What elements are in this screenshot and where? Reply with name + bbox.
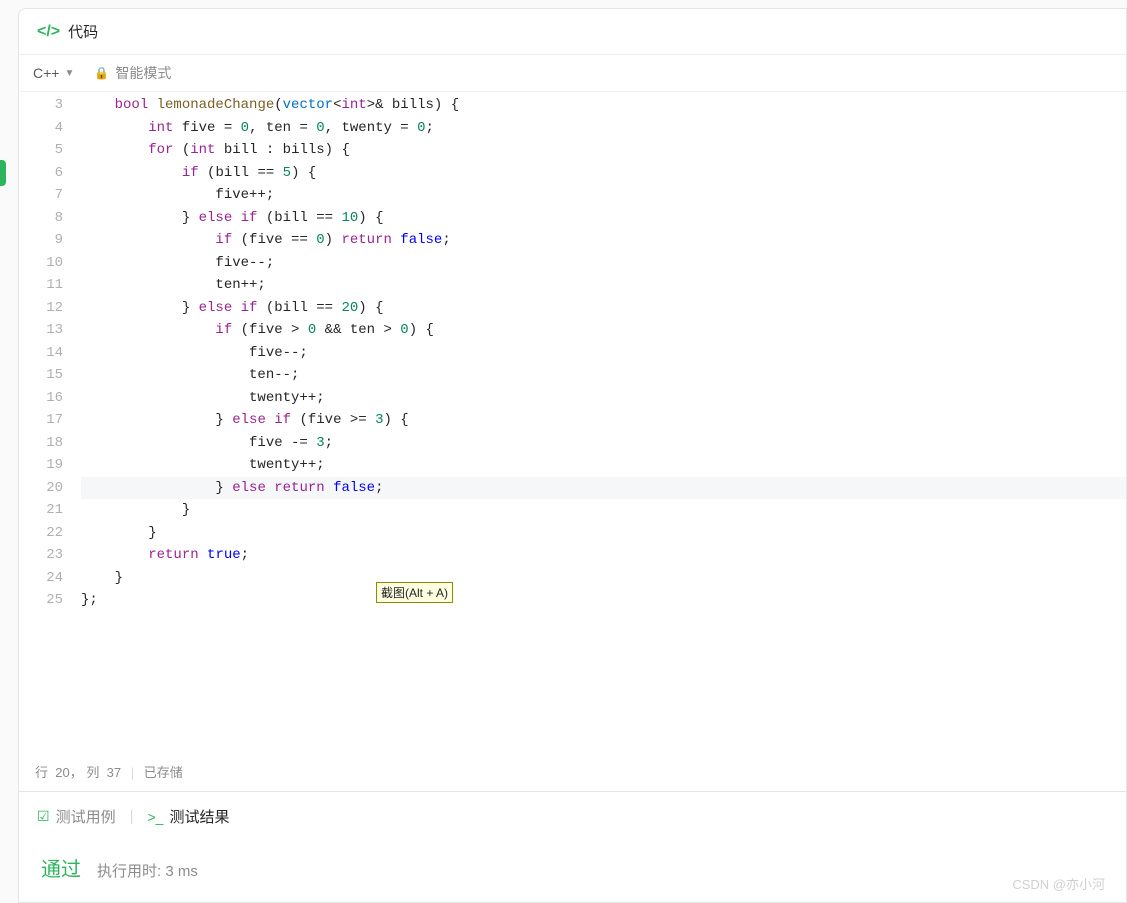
line-number: 13 (19, 319, 63, 342)
code-line[interactable]: five--; (81, 252, 1126, 275)
code-line[interactable]: } else if (five >= 3) { (81, 409, 1126, 432)
status-bar: 行 20， 列 37 | 已存储 (19, 752, 1126, 791)
code-line[interactable]: ten--; (81, 364, 1126, 387)
main-panel: </> 代码 C++ ▼ 🔒 智能模式 34567891011121314151… (18, 8, 1127, 903)
code-line[interactable]: ten++; (81, 274, 1126, 297)
code-line[interactable]: if (five > 0 && ten > 0) { (81, 319, 1126, 342)
code-line[interactable]: } else if (bill == 10) { (81, 207, 1126, 230)
code-line[interactable]: five -= 3; (81, 432, 1126, 455)
line-number: 16 (19, 387, 63, 410)
results-body: 通过 执行用时: 3 ms (19, 841, 1126, 902)
code-line[interactable]: if (bill == 5) { (81, 162, 1126, 185)
panel-title: 代码 (68, 21, 98, 42)
line-number: 19 (19, 454, 63, 477)
status-line: 20 (55, 765, 69, 780)
tab-testcases-label: 测试用例 (56, 806, 116, 827)
watermark: CSDN @亦小河 (1012, 874, 1105, 893)
line-number: 10 (19, 252, 63, 275)
tab-testcases[interactable]: ☑ 测试用例 (37, 806, 116, 827)
tab-results-label: 测试结果 (169, 806, 229, 827)
mode-label: 智能模式 (115, 63, 171, 83)
line-number: 12 (19, 297, 63, 320)
status-col: 37 (107, 765, 121, 780)
code-line[interactable]: } else if (bill == 20) { (81, 297, 1126, 320)
line-number: 22 (19, 522, 63, 545)
code-line[interactable]: int five = 0, ten = 0, twenty = 0; (81, 117, 1126, 140)
line-number: 23 (19, 544, 63, 567)
chevron-down-icon: ▼ (64, 68, 74, 79)
line-number: 17 (19, 409, 63, 432)
code-line[interactable]: return true; (81, 544, 1126, 567)
line-number: 5 (19, 139, 63, 162)
code-editor[interactable]: 345678910111213141516171819202122232425 … (19, 92, 1126, 752)
code-line[interactable]: bool lemonadeChange(vector<int>& bills) … (81, 94, 1126, 117)
lock-icon: 🔒 (94, 66, 109, 80)
tab-separator: | (130, 808, 134, 825)
tab-results[interactable]: >_ 测试结果 (147, 806, 229, 827)
line-gutter: 345678910111213141516171819202122232425 (19, 92, 81, 752)
code-line[interactable]: five++; (81, 184, 1126, 207)
language-label: C++ (33, 65, 59, 81)
terminal-icon: >_ (147, 809, 163, 825)
results-tabs: ☑ 测试用例 | >_ 测试结果 (19, 792, 1126, 841)
mode-indicator: 🔒 智能模式 (94, 63, 171, 83)
line-number: 7 (19, 184, 63, 207)
editor-toolbar: C++ ▼ 🔒 智能模式 (19, 55, 1126, 92)
code-line[interactable]: } (81, 567, 1126, 590)
line-number: 20 (19, 477, 63, 500)
panel-header: </> 代码 (19, 9, 1126, 55)
code-line[interactable]: } (81, 499, 1126, 522)
line-number: 18 (19, 432, 63, 455)
status-col-label: 列 (86, 765, 99, 780)
line-number: 3 (19, 94, 63, 117)
code-line[interactable]: five--; (81, 342, 1126, 365)
line-number: 14 (19, 342, 63, 365)
line-number: 4 (19, 117, 63, 140)
language-selector[interactable]: C++ ▼ (33, 65, 74, 81)
line-number: 6 (19, 162, 63, 185)
screenshot-tooltip: 截图(Alt + A) (376, 582, 453, 603)
left-accent (0, 160, 6, 186)
results-panel: ☑ 测试用例 | >_ 测试结果 通过 执行用时: 3 ms (19, 791, 1126, 902)
code-line[interactable]: if (five == 0) return false; (81, 229, 1126, 252)
line-number: 21 (19, 499, 63, 522)
line-number: 9 (19, 229, 63, 252)
check-icon: ☑ (37, 808, 50, 825)
status-line-label: 行 (35, 765, 48, 780)
line-number: 8 (19, 207, 63, 230)
pass-label: 通过 (41, 853, 81, 882)
code-line[interactable]: } (81, 522, 1126, 545)
status-saved: 已存储 (144, 765, 183, 780)
code-area[interactable]: bool lemonadeChange(vector<int>& bills) … (81, 92, 1126, 752)
line-number: 24 (19, 567, 63, 590)
code-line[interactable]: for (int bill : bills) { (81, 139, 1126, 162)
line-number: 11 (19, 274, 63, 297)
code-line[interactable]: } else return false; (81, 477, 1126, 500)
code-icon: </> (37, 23, 60, 41)
code-line[interactable]: }; (81, 589, 1126, 612)
code-line[interactable]: twenty++; (81, 454, 1126, 477)
code-line[interactable]: twenty++; (81, 387, 1126, 410)
line-number: 25 (19, 589, 63, 612)
runtime-text: 执行用时: 3 ms (97, 860, 198, 881)
line-number: 15 (19, 364, 63, 387)
